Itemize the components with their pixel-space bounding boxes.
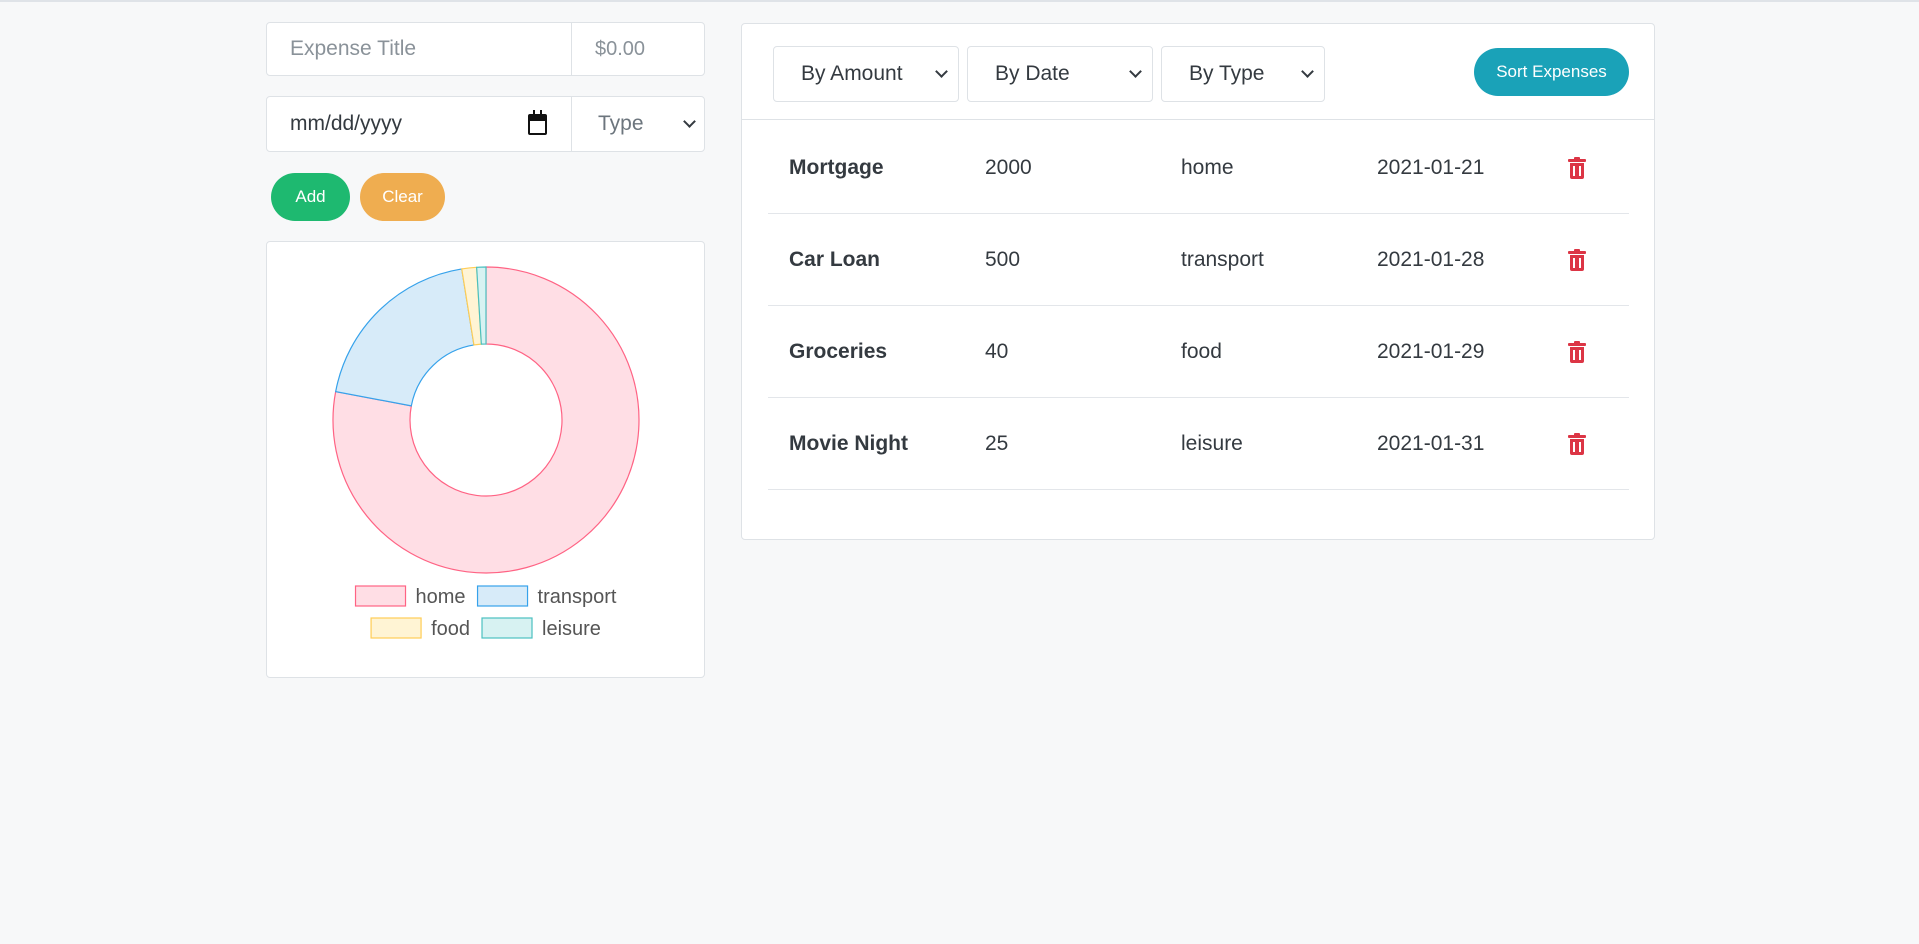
expense-type: leisure xyxy=(1181,432,1243,455)
expense-date: 2021-01-21 xyxy=(1377,156,1485,179)
trash-icon[interactable] xyxy=(1568,433,1586,455)
expense-amount: 2000 xyxy=(985,156,1032,179)
legend-label: food xyxy=(431,618,470,640)
trash-icon[interactable] xyxy=(1568,157,1586,179)
expense-date-placeholder: mm/dd/yyyy xyxy=(290,112,403,135)
delete-button[interactable] xyxy=(1568,214,1586,306)
expense-type: food xyxy=(1181,340,1222,363)
expense-title: Movie Night xyxy=(789,432,908,455)
expense-row: Groceries 40 food 2021-01-29 xyxy=(768,306,1629,398)
sort-by-type-value: By Type xyxy=(1189,62,1265,85)
expense-row: Car Loan 500 transport 2021-01-28 xyxy=(768,214,1629,306)
legend-label: leisure xyxy=(542,618,601,640)
chevron-down-icon xyxy=(683,114,696,128)
legend-item-food[interactable]: food xyxy=(370,617,470,640)
expense-amount: 500 xyxy=(985,248,1021,271)
chart-slice-transport[interactable] xyxy=(334,268,475,407)
sort-expenses-button[interactable]: Sort Expenses xyxy=(1474,48,1629,96)
expense-title: Car Loan xyxy=(789,248,881,271)
expense-row: Mortgage 2000 home 2021-01-21 xyxy=(768,122,1629,214)
add-button[interactable]: Add xyxy=(271,173,350,221)
sort-by-date-value: By Date xyxy=(995,62,1070,85)
sort-toolbar: By Amount By Date By Type Sort Expenses xyxy=(742,24,1654,120)
doughnut-chart: home transport food leisure xyxy=(332,266,640,640)
legend-item-home[interactable]: home xyxy=(354,585,466,608)
legend-label: transport xyxy=(538,586,617,608)
legend-swatch xyxy=(476,585,529,607)
expense-amount: 40 xyxy=(985,340,1009,363)
calendar-icon[interactable] xyxy=(528,109,547,135)
legend-swatch xyxy=(481,617,533,639)
legend-label: home xyxy=(416,586,466,608)
expense-list-card: By Amount By Date By Type Sort Expenses … xyxy=(741,23,1655,540)
legend-item-transport[interactable]: transport xyxy=(476,585,617,608)
sort-by-date-select[interactable]: By Date xyxy=(967,46,1153,102)
expense-amount-input[interactable]: $0.00 xyxy=(571,22,705,76)
expense-title: Mortgage xyxy=(789,156,884,179)
expense-row: Movie Night 25 leisure 2021-01-31 xyxy=(768,398,1629,490)
sort-by-amount-select[interactable]: By Amount xyxy=(773,46,959,102)
sort-by-amount-value: By Amount xyxy=(801,62,903,85)
expense-title-input[interactable]: Expense Title xyxy=(266,22,572,76)
expense-type-select-value: Type xyxy=(598,112,644,135)
sort-by-type-select[interactable]: By Type xyxy=(1161,46,1325,102)
expense-type-select[interactable]: Type xyxy=(571,96,705,152)
expense-date: 2021-01-28 xyxy=(1377,248,1485,271)
expense-title: Groceries xyxy=(789,340,888,363)
delete-button[interactable] xyxy=(1568,122,1586,214)
expense-date: 2021-01-31 xyxy=(1377,432,1485,455)
trash-icon[interactable] xyxy=(1568,249,1586,271)
expense-date: 2021-01-29 xyxy=(1377,340,1485,363)
clear-button[interactable]: Clear xyxy=(360,173,445,221)
delete-button[interactable] xyxy=(1568,306,1586,398)
chevron-down-icon xyxy=(1301,64,1314,78)
expense-chart-card: home transport food leisure xyxy=(266,241,705,678)
expense-amount-placeholder: $0.00 xyxy=(595,37,646,60)
expense-date-input[interactable]: mm/dd/yyyy xyxy=(266,96,572,152)
expense-app: Expense Title $0.00 mm/dd/yyyy Type Add … xyxy=(0,0,1919,944)
expense-type: transport xyxy=(1181,248,1264,271)
expense-title-placeholder: Expense Title xyxy=(290,37,417,60)
trash-icon[interactable] xyxy=(1568,341,1586,363)
chevron-down-icon xyxy=(935,64,948,78)
delete-button[interactable] xyxy=(1568,398,1586,490)
legend-swatch xyxy=(354,585,407,607)
expense-type: home xyxy=(1181,156,1234,179)
expense-amount: 25 xyxy=(985,432,1009,455)
legend-swatch xyxy=(370,617,422,639)
legend-item-leisure[interactable]: leisure xyxy=(481,617,601,640)
chevron-down-icon xyxy=(1129,64,1142,78)
